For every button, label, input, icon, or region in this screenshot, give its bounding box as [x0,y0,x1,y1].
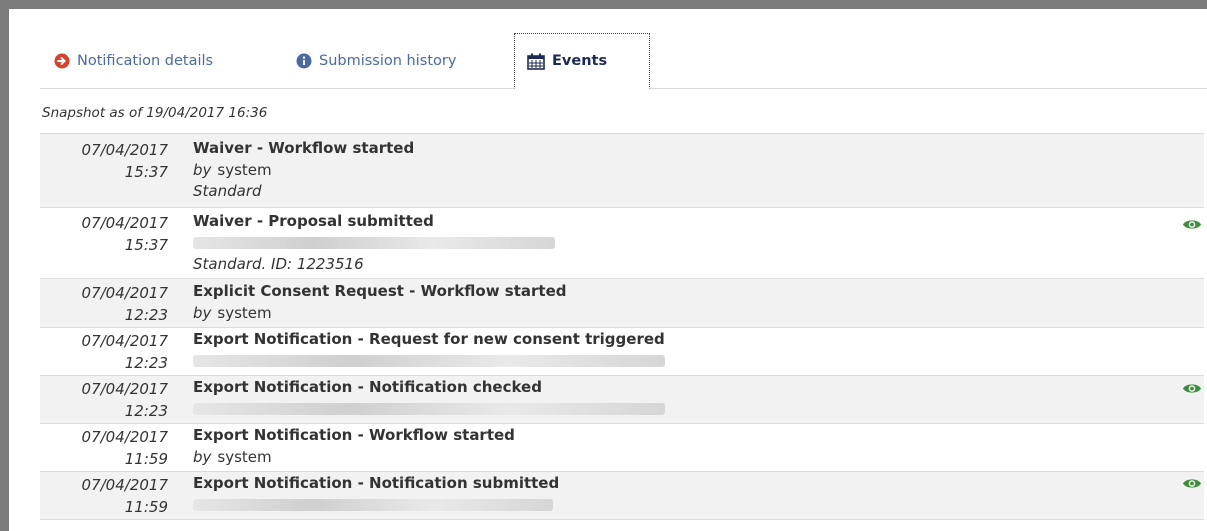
eye-icon[interactable] [1182,477,1202,494]
eye-icon[interactable] [1182,218,1202,235]
event-row: 07/04/2017 12:23 Explicit Consent Reques… [40,279,1204,328]
eye-icon[interactable] [1182,382,1202,399]
tab-label: Notification details [77,52,214,69]
event-title: Waiver - Proposal submitted [193,212,434,230]
by-label: by [193,303,212,322]
event-date: 07/04/2017 [81,428,168,446]
tab-bar: Notification details Submission history … [40,33,1207,89]
event-time: 12:23 [124,306,168,324]
event-author-redacted [193,495,1204,517]
by-label: by [193,447,212,466]
event-row: 07/04/2017 15:37 Waiver - Proposal submi… [40,208,1204,279]
event-title: Export Notification - Workflow started [193,426,515,444]
event-time: 11:59 [124,498,168,516]
event-date: 07/04/2017 [81,332,168,350]
event-datetime: 07/04/2017 12:23 [40,282,168,326]
tab-submission-history[interactable]: Submission history [296,33,456,88]
tab-notification-details[interactable]: Notification details [54,33,213,88]
snapshot-timestamp: Snapshot as of 19/04/2017 16:36 [42,105,268,121]
by-label: by [193,160,212,179]
event-time: 15:37 [124,163,168,181]
event-row: 07/04/2017 12:23 Export Notification - R… [40,328,1204,376]
event-body: Export Notification - Request for new co… [193,328,1204,372]
event-body: Waiver - Proposal submitted Standard. ID… [193,208,1204,276]
tab-label: Events [552,53,608,69]
event-body: Export Notification - Notification check… [193,376,1204,420]
event-datetime: 07/04/2017 15:37 [40,139,168,183]
event-title: Explicit Consent Request - Workflow star… [193,282,567,300]
event-datetime: 07/04/2017 12:23 [40,378,168,422]
event-author-redacted [193,233,1204,255]
event-author-redacted [193,351,1204,373]
event-list: 07/04/2017 15:37 Waiver - Workflow start… [40,133,1204,520]
event-date: 07/04/2017 [81,214,168,232]
event-datetime: 07/04/2017 11:59 [40,474,168,518]
event-date: 07/04/2017 [81,380,168,398]
event-time: 15:37 [124,236,168,254]
event-author: by system [193,447,1204,469]
event-extra: Standard [193,182,262,200]
redacted-text [193,499,553,511]
event-title: Export Notification - Notification submi… [193,474,560,492]
events-panel: Notification details Submission history … [9,9,1207,531]
info-circle-icon [296,53,312,69]
event-author-redacted [193,399,1204,421]
event-date: 07/04/2017 [81,476,168,494]
event-time: 12:23 [124,402,168,420]
event-title: Export Notification - Notification check… [193,378,542,396]
event-date: 07/04/2017 [81,141,168,159]
event-title: Export Notification - Request for new co… [193,330,665,348]
event-author-name: system [217,160,272,179]
event-row: 07/04/2017 11:59 Export Notification - W… [40,424,1204,472]
event-body: Export Notification - Workflow started b… [193,424,1204,468]
event-extra: Standard. ID: 1223516 [193,255,364,273]
redacted-text [193,403,665,415]
event-body: Waiver - Workflow started by system Stand… [193,134,1204,203]
calendar-icon [527,53,545,70]
event-time: 12:23 [124,354,168,372]
event-time: 11:59 [124,450,168,468]
tab-label: Submission history [319,52,457,69]
window-frame-top [0,0,1207,9]
event-author-name: system [217,447,272,466]
event-author-name: system [217,303,272,322]
event-body: Export Notification - Notification submi… [193,472,1204,516]
tab-events[interactable]: Events [514,33,650,89]
redacted-text [193,355,665,367]
event-date: 07/04/2017 [81,284,168,302]
event-datetime: 07/04/2017 12:23 [40,330,168,374]
event-datetime: 07/04/2017 15:37 [40,212,168,256]
event-row: 07/04/2017 12:23 Export Notification - N… [40,376,1204,424]
arrow-circle-right-icon [54,53,70,69]
event-row: 07/04/2017 11:59 Export Notification - N… [40,472,1204,520]
event-author: by system [193,160,1204,182]
event-title: Waiver - Workflow started [193,139,415,157]
window-frame-left [0,0,9,531]
event-body: Explicit Consent Request - Workflow star… [193,279,1204,324]
redacted-text [193,237,555,249]
event-datetime: 07/04/2017 11:59 [40,426,168,470]
event-row: 07/04/2017 15:37 Waiver - Workflow start… [40,134,1204,208]
event-author: by system [193,303,1204,325]
